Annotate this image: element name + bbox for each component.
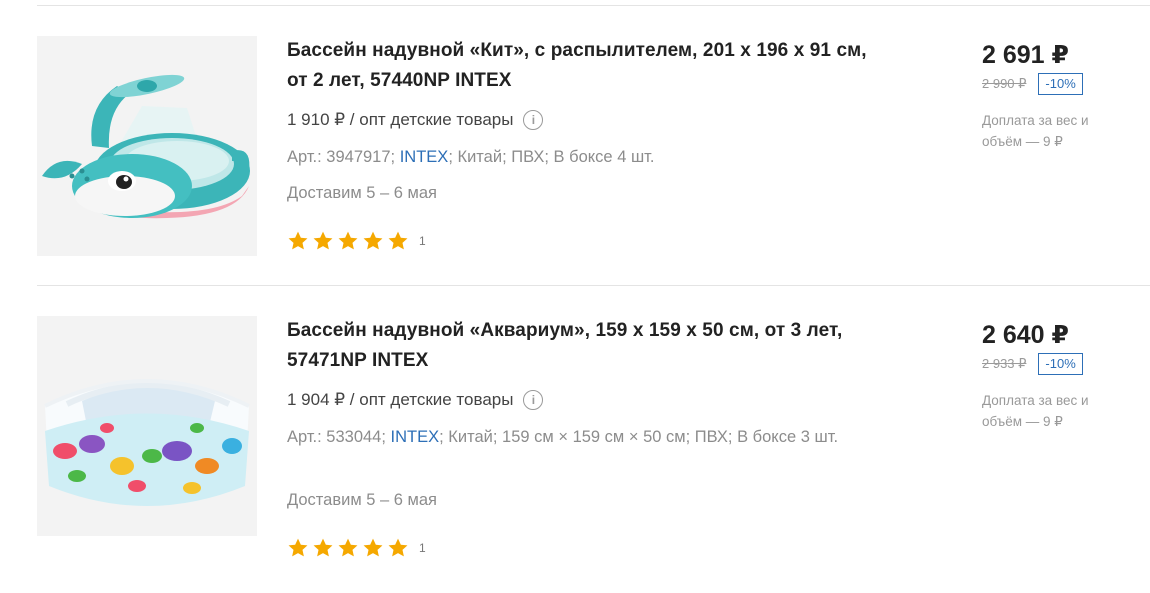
star-icon bbox=[313, 538, 333, 557]
wholesale-price: 1 904 ₽ / опт детские товары i bbox=[287, 390, 544, 410]
meta-details: ; Китай; ПВХ; В боксе 4 шт. bbox=[448, 148, 655, 166]
whale-pool-illustration bbox=[42, 74, 250, 219]
star-icon bbox=[338, 538, 358, 557]
rating[interactable]: 1 bbox=[287, 230, 426, 252]
product-image-whale-pool[interactable] bbox=[37, 36, 257, 256]
meta-details: ; Китай; 159 см × 159 см × 50 см; ПВХ; В… bbox=[439, 428, 839, 446]
brand-link[interactable]: INTEX bbox=[391, 428, 440, 446]
star-icon bbox=[288, 231, 308, 250]
star-icon bbox=[363, 231, 383, 250]
brand-link[interactable]: INTEX bbox=[400, 148, 449, 166]
delivery-info: Доставим 5 – 6 мая bbox=[287, 184, 437, 202]
price: 2 640 ₽ bbox=[982, 321, 1069, 349]
discount-badge: -10% bbox=[1038, 353, 1083, 375]
product-card: Бассейн надувной «Кит», с распылителем, … bbox=[0, 0, 1150, 270]
price: 2 691 ₽ bbox=[982, 41, 1069, 69]
rating-count: 1 bbox=[419, 541, 426, 555]
product-meta: Арт.: 533044; INTEX; Китай; 159 см × 159… bbox=[287, 423, 847, 451]
info-icon[interactable]: i bbox=[523, 110, 544, 130]
wholesale-price-text: 1 910 ₽ / опт детские товары bbox=[287, 110, 514, 129]
info-icon[interactable]: i bbox=[523, 390, 544, 410]
delivery-info: Доставим 5 – 6 мая bbox=[287, 491, 437, 509]
star-icon bbox=[313, 231, 333, 250]
product-meta: Арт.: 3947917; INTEX; Китай; ПВХ; В бокс… bbox=[287, 143, 847, 171]
star-icon bbox=[288, 538, 308, 557]
meta-article: Арт.: 3947917; bbox=[287, 148, 400, 166]
wholesale-price: 1 910 ₽ / опт детские товары i bbox=[287, 110, 544, 130]
product-image-aquarium-pool[interactable] bbox=[37, 316, 257, 536]
product-card: Бассейн надувной «Аквариум», 159 х 159 х… bbox=[0, 280, 1150, 557]
star-icon bbox=[363, 538, 383, 557]
rating[interactable]: 1 bbox=[287, 537, 426, 559]
product-list: Бассейн надувной «Кит», с распылителем, … bbox=[0, 0, 1150, 593]
aquarium-pool-illustration bbox=[44, 379, 250, 506]
star-icon bbox=[388, 231, 408, 250]
old-price-row: 2 990 ₽ -10% bbox=[982, 73, 1083, 95]
surcharge-note: Доплата за вес и объём — 9 ₽ bbox=[982, 393, 1089, 429]
rating-count: 1 bbox=[419, 234, 426, 248]
star-icon bbox=[388, 538, 408, 557]
meta-article: Арт.: 533044; bbox=[287, 428, 391, 446]
product-title[interactable]: Бассейн надувной «Аквариум», 159 х 159 х… bbox=[287, 316, 887, 376]
old-price: 2 990 ₽ bbox=[982, 76, 1027, 91]
old-price-row: 2 933 ₽ -10% bbox=[982, 353, 1083, 375]
wholesale-price-text: 1 904 ₽ / опт детские товары bbox=[287, 390, 514, 409]
old-price: 2 933 ₽ bbox=[982, 356, 1027, 371]
star-icon bbox=[338, 231, 358, 250]
surcharge-note: Доплата за вес и объём — 9 ₽ bbox=[982, 113, 1089, 149]
product-title[interactable]: Бассейн надувной «Кит», с распылителем, … bbox=[287, 36, 887, 96]
discount-badge: -10% bbox=[1038, 73, 1083, 95]
